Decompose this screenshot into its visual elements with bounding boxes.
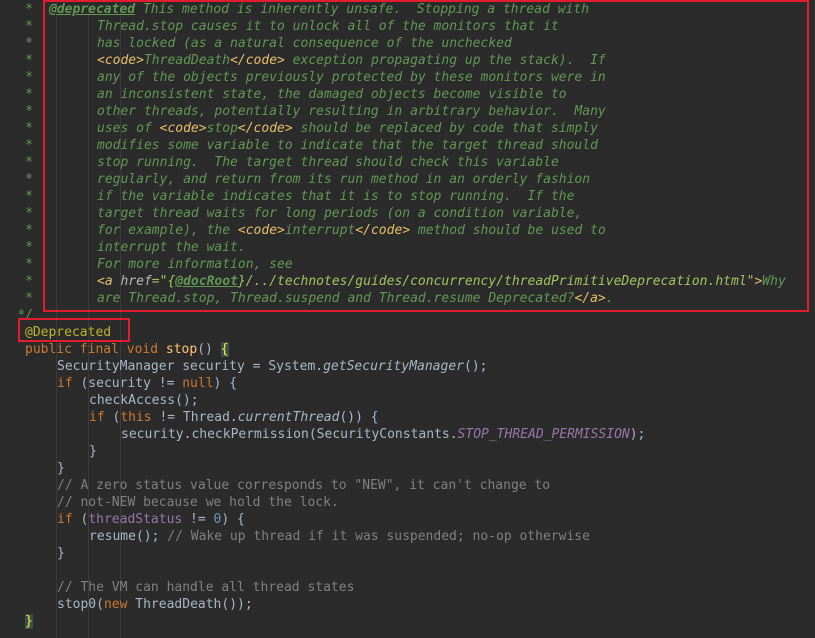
javadoc-end: */	[17, 308, 33, 323]
javadoc-line: * any of the objects previously protected…	[25, 70, 606, 85]
javadoc-line: * <code>ThreadDeath</code> exception prop…	[25, 53, 606, 68]
code-comment: // A zero status value corresponds to "N…	[57, 478, 551, 493]
code-line: resume(); // Wake up thread if it was su…	[89, 529, 590, 544]
code-line: if (this != Thread.currentThread()) {	[89, 410, 379, 425]
javadoc-line: * an inconsistent state, the damaged obje…	[25, 87, 567, 102]
code-line: security.checkPermission(SecurityConstan…	[121, 427, 646, 442]
javadoc-line: * interrupt the wait.	[25, 240, 246, 255]
javadoc-line: * Thread.stop causes it to unlock all of …	[25, 19, 559, 34]
javadoc-line: * if the variable indicates that it is to…	[25, 189, 575, 204]
code-line: }	[57, 461, 65, 476]
method-name: stop	[165, 342, 198, 357]
javadoc-line: * for example), the <code>interrupt</code…	[25, 223, 606, 238]
code-comment: // not-NEW because we hold the lock.	[57, 495, 339, 510]
code-line: if (threadStatus != 0) {	[57, 512, 245, 527]
code-line: SecurityManager security = System.getSec…	[57, 359, 488, 374]
javadoc-line: * @deprecated This method is inherently u…	[25, 2, 590, 17]
javadoc-line: * target thread waits for long periods (o…	[25, 206, 583, 221]
code-editor[interactable]: * @deprecated This method is inherently u…	[0, 0, 815, 638]
method-signature: public final void stop() {	[25, 342, 229, 357]
deprecated-doc-tag: @deprecated	[49, 2, 136, 17]
code-line: }	[57, 546, 65, 561]
javadoc-line: * has locked (as a natural consequence of…	[25, 36, 512, 51]
matched-brace: {	[220, 342, 229, 357]
javadoc-line: * stop running. The target thread should …	[25, 155, 559, 170]
code-line: }	[89, 444, 97, 459]
javadoc-line: * are Thread.stop, Thread.suspend and Thr…	[25, 291, 614, 306]
javadoc-line: * <a href="{@docRoot}/../technotes/guides…	[25, 274, 786, 289]
deprecated-annotation-line: @Deprecated	[25, 324, 111, 341]
method-closing-brace: }	[25, 614, 33, 629]
javadoc-line: * other threads, potentially resulting in…	[25, 104, 606, 119]
javadoc-line: * modifies some variable to indicate that…	[25, 138, 598, 153]
javadoc-line: * For more information, see	[25, 257, 293, 272]
code-line: stop0(new ThreadDeath());	[57, 597, 253, 612]
deprecated-annotation: @Deprecated	[25, 325, 112, 340]
code-line: checkAccess();	[89, 393, 199, 408]
code-line: if (security != null) {	[57, 376, 238, 391]
javadoc-line: * uses of <code>stop</code> should be rep…	[25, 121, 598, 136]
code-comment: // The VM can handle all thread states	[57, 580, 355, 595]
javadoc-line: * regularly, and return from its run meth…	[25, 172, 591, 187]
